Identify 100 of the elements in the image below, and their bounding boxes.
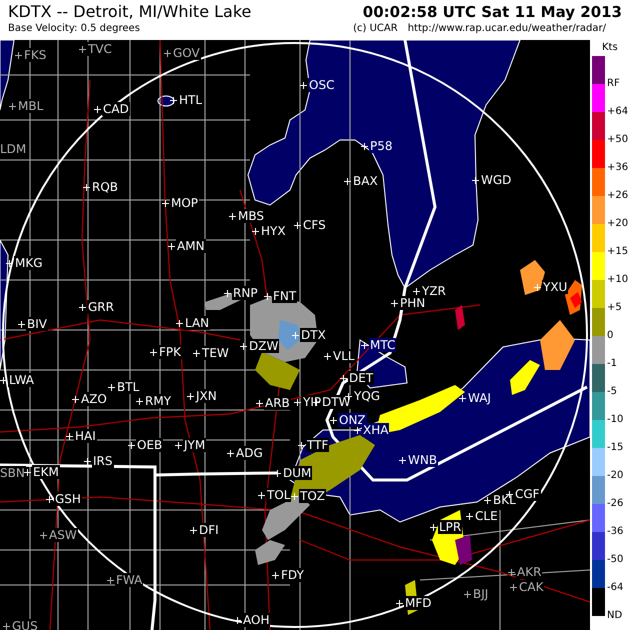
station-marker-icon: [291, 492, 298, 500]
station-marker-icon: [472, 176, 479, 184]
station-marker-icon: [84, 458, 91, 464]
station-marker-icon: [150, 348, 157, 356]
station-marker-icon: [330, 416, 337, 424]
legend-label: -15: [607, 442, 624, 454]
station-label: PHN: [399, 296, 426, 310]
station-marker-icon: [170, 96, 177, 104]
station-label: MFD: [404, 596, 432, 610]
station-marker-icon: [399, 456, 406, 464]
station-label: BKL: [492, 493, 517, 507]
station-marker-icon: [3, 622, 10, 630]
station-marker-icon: [72, 396, 79, 402]
station-label: WNB: [407, 453, 438, 467]
station-label: IRS: [92, 454, 114, 468]
station-label: HTL: [178, 93, 204, 107]
station-label: MBL: [17, 99, 44, 113]
station-marker-icon: [176, 320, 183, 326]
station-marker-icon: [94, 106, 101, 112]
station-marker-icon: [510, 584, 517, 590]
station-marker-icon: [391, 300, 398, 306]
station-label: BJJ: [472, 587, 490, 601]
station-marker-icon: [466, 512, 473, 520]
station-marker-icon: [227, 450, 234, 456]
station-label: CFS: [302, 218, 327, 232]
station-marker-icon: [224, 290, 231, 296]
station-marker-icon: [240, 342, 247, 350]
legend-label: -36: [607, 526, 624, 538]
station-marker-icon: [162, 200, 169, 206]
station-label: MKG: [14, 256, 44, 270]
station-label: MBS: [237, 209, 265, 223]
station-label: WAJ: [467, 391, 492, 405]
station-label: GSH: [54, 492, 82, 506]
station-marker-icon: [324, 352, 331, 360]
station-label: DZW: [248, 339, 280, 353]
station-marker-icon: [79, 46, 86, 52]
station-marker-icon: [264, 292, 271, 300]
legend-label: +5: [607, 302, 622, 314]
station-label: TTF: [306, 438, 330, 452]
station-marker-icon: [190, 526, 197, 534]
station-marker-icon: [15, 52, 22, 58]
station-marker-icon: [344, 178, 351, 184]
station-marker-icon: [168, 242, 175, 250]
station-label: YQG: [353, 389, 382, 403]
station-label: LPR: [438, 520, 462, 534]
station-marker-icon: [430, 524, 437, 530]
station-label: AZO: [80, 392, 108, 406]
station-label: TEW: [201, 346, 230, 360]
station-marker-icon: [340, 374, 347, 382]
timestamp: 00:02:58 UTC Sat 11 May 2013: [362, 2, 622, 22]
station-label: AOH: [242, 613, 270, 627]
station-label: JYM: [183, 438, 206, 452]
station-marker-icon: [294, 222, 301, 228]
station-label: BAX: [352, 174, 379, 188]
station-label: EKM: [32, 465, 60, 479]
station-label: ADG: [235, 446, 264, 460]
station-label: DFI: [198, 523, 220, 537]
station-label: CAK: [518, 580, 544, 594]
station-label: WGD: [480, 173, 512, 187]
station-label: DTX: [300, 328, 327, 342]
station-marker-icon: [229, 212, 236, 220]
station-label: FPK: [158, 345, 182, 359]
station-label: FDY: [280, 568, 305, 582]
station-label: OEB: [136, 438, 164, 452]
legend-label: -26: [607, 498, 624, 510]
station-label: LWA: [8, 373, 36, 387]
station-marker-icon: [193, 350, 200, 356]
station-label: GOV: [172, 46, 201, 60]
station-label: FNT: [272, 289, 298, 303]
station-marker-icon: [6, 260, 13, 266]
station-marker-icon: [187, 392, 194, 400]
station-marker-icon: [292, 332, 299, 338]
station-label: CLE: [474, 509, 499, 523]
station-label: ARB: [264, 396, 291, 410]
station-label: RNP: [232, 286, 259, 300]
station-marker-icon: [300, 82, 307, 88]
station-label: LAN: [184, 316, 210, 330]
station-label: OSC: [308, 78, 336, 92]
legend-label: +36: [607, 162, 628, 174]
station-label: SBN: [0, 466, 26, 480]
station-marker-icon: [175, 442, 182, 448]
legend-label: +64: [607, 106, 628, 118]
station-label: TVC: [87, 42, 113, 56]
station-label: FWA: [115, 573, 144, 587]
legend-unit: Kts: [601, 41, 619, 55]
station-label: YZR: [421, 284, 447, 298]
station-label: CAD: [102, 102, 130, 116]
station-marker-icon: [252, 228, 259, 234]
station-marker-icon: [508, 568, 515, 576]
station-label: DET: [348, 371, 374, 385]
station-label: GUS: [11, 619, 39, 630]
station-label: FKS: [23, 48, 48, 62]
station-marker-icon: [256, 400, 263, 406]
legend-label: ND: [607, 610, 622, 622]
legend-label: +20: [607, 218, 628, 230]
legend-label: -64: [607, 582, 624, 594]
station-label: HYX: [260, 224, 287, 238]
station-marker-icon: [484, 496, 491, 504]
legend-label: -5: [607, 386, 617, 398]
legend-label: +10: [607, 274, 628, 286]
